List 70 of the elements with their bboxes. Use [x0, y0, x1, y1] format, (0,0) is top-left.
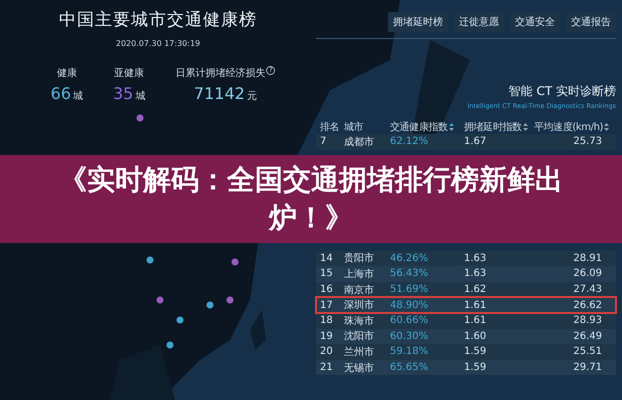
speed-cell-text: 26.62	[572, 300, 603, 311]
ranking-title: 智能 CT 实时诊断榜	[508, 83, 616, 100]
column-header[interactable]: 拥堵延时指数	[464, 120, 534, 134]
nav-button[interactable]: 交通安全	[510, 12, 560, 32]
health-index-cell-text: 60.66%	[390, 315, 430, 326]
rank-cell-text: 7	[320, 136, 328, 148]
delay-index-cell-text: 1.59	[464, 346, 488, 358]
health-index-cell-text: 59.18%	[390, 346, 430, 358]
delay-index-cell-text: 1.63	[464, 268, 488, 280]
delay-index-cell-text: 1.61	[464, 300, 488, 311]
column-header: 城市	[344, 120, 364, 134]
city-cell-text: 无锡市	[344, 362, 375, 375]
stat-label: 亚健康	[114, 66, 144, 80]
stat-unit: 城	[135, 90, 146, 103]
city-cell-text: 南京市	[344, 284, 375, 297]
stat-value: 35	[113, 84, 134, 103]
city-cell-text: 上海市	[344, 268, 375, 281]
rank-cell-text: 19	[320, 330, 334, 342]
city-cell-text: 贵阳市	[344, 252, 375, 266]
health-index-cell-text: 46.26%	[390, 252, 430, 264]
stat-unit: 元	[246, 90, 257, 103]
health-index-cell-text: 56.43%	[390, 268, 430, 280]
city-cell-text: 兰州市	[344, 346, 375, 359]
rank-cell-text: 18	[320, 315, 334, 326]
health-index-cell-text: 65.65%	[390, 362, 430, 374]
rank-cell-text: 16	[320, 284, 334, 296]
health-index-cell-text: 48.90%	[390, 300, 430, 311]
city-cell-text: 珠海市	[344, 314, 375, 328]
speed-cell-text: 29.71	[572, 362, 603, 374]
city-cell-text: 成都市	[344, 136, 375, 149]
sort-icon[interactable]	[604, 123, 610, 131]
column-header: 排名	[320, 120, 340, 134]
health-index-cell-text: 60.30%	[390, 330, 430, 342]
delay-index-cell-text: 1.62	[464, 284, 488, 296]
column-header[interactable]: 平均速度(km/h)	[534, 120, 612, 134]
nav-button[interactable]: 迁徙意愿	[454, 12, 504, 32]
speed-cell-text: 25.51	[572, 346, 603, 358]
rank-cell-text: 14	[320, 252, 334, 264]
rank-cell-text: 21	[320, 362, 334, 374]
stat-value: 71142	[194, 84, 245, 103]
delay-index-cell-text: 1.61	[464, 315, 488, 326]
nav-button[interactable]: 交通报告	[566, 12, 616, 32]
speed-cell-text: 27.43	[572, 284, 603, 296]
nav-button[interactable]: 拥堵延时榜	[388, 12, 448, 32]
stat-value: 66	[50, 84, 71, 103]
speed-cell-text: 26.49	[572, 330, 603, 342]
health-index-cell-text: 62.12%	[390, 136, 430, 148]
stat-unit: 城	[73, 90, 83, 103]
city-cell-text: 沈阳市	[344, 330, 375, 344]
stat-label: 日累计拥堵经济损失	[175, 66, 266, 80]
headline: 《实时解码：全国交通拥堵排行榜新鲜出炉！》	[58, 162, 564, 236]
rank-cell-text: 15	[320, 268, 334, 280]
speed-cell-text: 26.09	[572, 268, 603, 280]
city-cell-text: 深圳市	[344, 298, 375, 312]
column-header[interactable]: 交通健康指数	[390, 120, 464, 134]
speed-cell-text: 28.93	[572, 315, 603, 326]
delay-index-cell-text: 1.59	[464, 362, 488, 374]
stat-label: 健康	[56, 66, 77, 80]
delay-index-cell-text: 1.63	[464, 252, 488, 264]
speed-cell-text: 25.73	[572, 136, 603, 148]
rank-cell-text: 17	[320, 300, 334, 311]
health-index-cell-text: 51.69%	[390, 284, 430, 296]
rank-cell-text: 20	[320, 346, 334, 358]
timestamp: 2020.07.30 17:30:19	[116, 39, 200, 48]
dashboard-title: 中国主要城市交通健康榜	[59, 9, 257, 31]
speed-cell-text: 28.91	[572, 252, 603, 264]
delay-index-cell-text: 1.67	[464, 136, 488, 148]
sort-icon[interactable]	[522, 123, 528, 131]
delay-index-cell-text: 1.60	[464, 330, 488, 342]
sort-icon[interactable]	[448, 123, 454, 131]
